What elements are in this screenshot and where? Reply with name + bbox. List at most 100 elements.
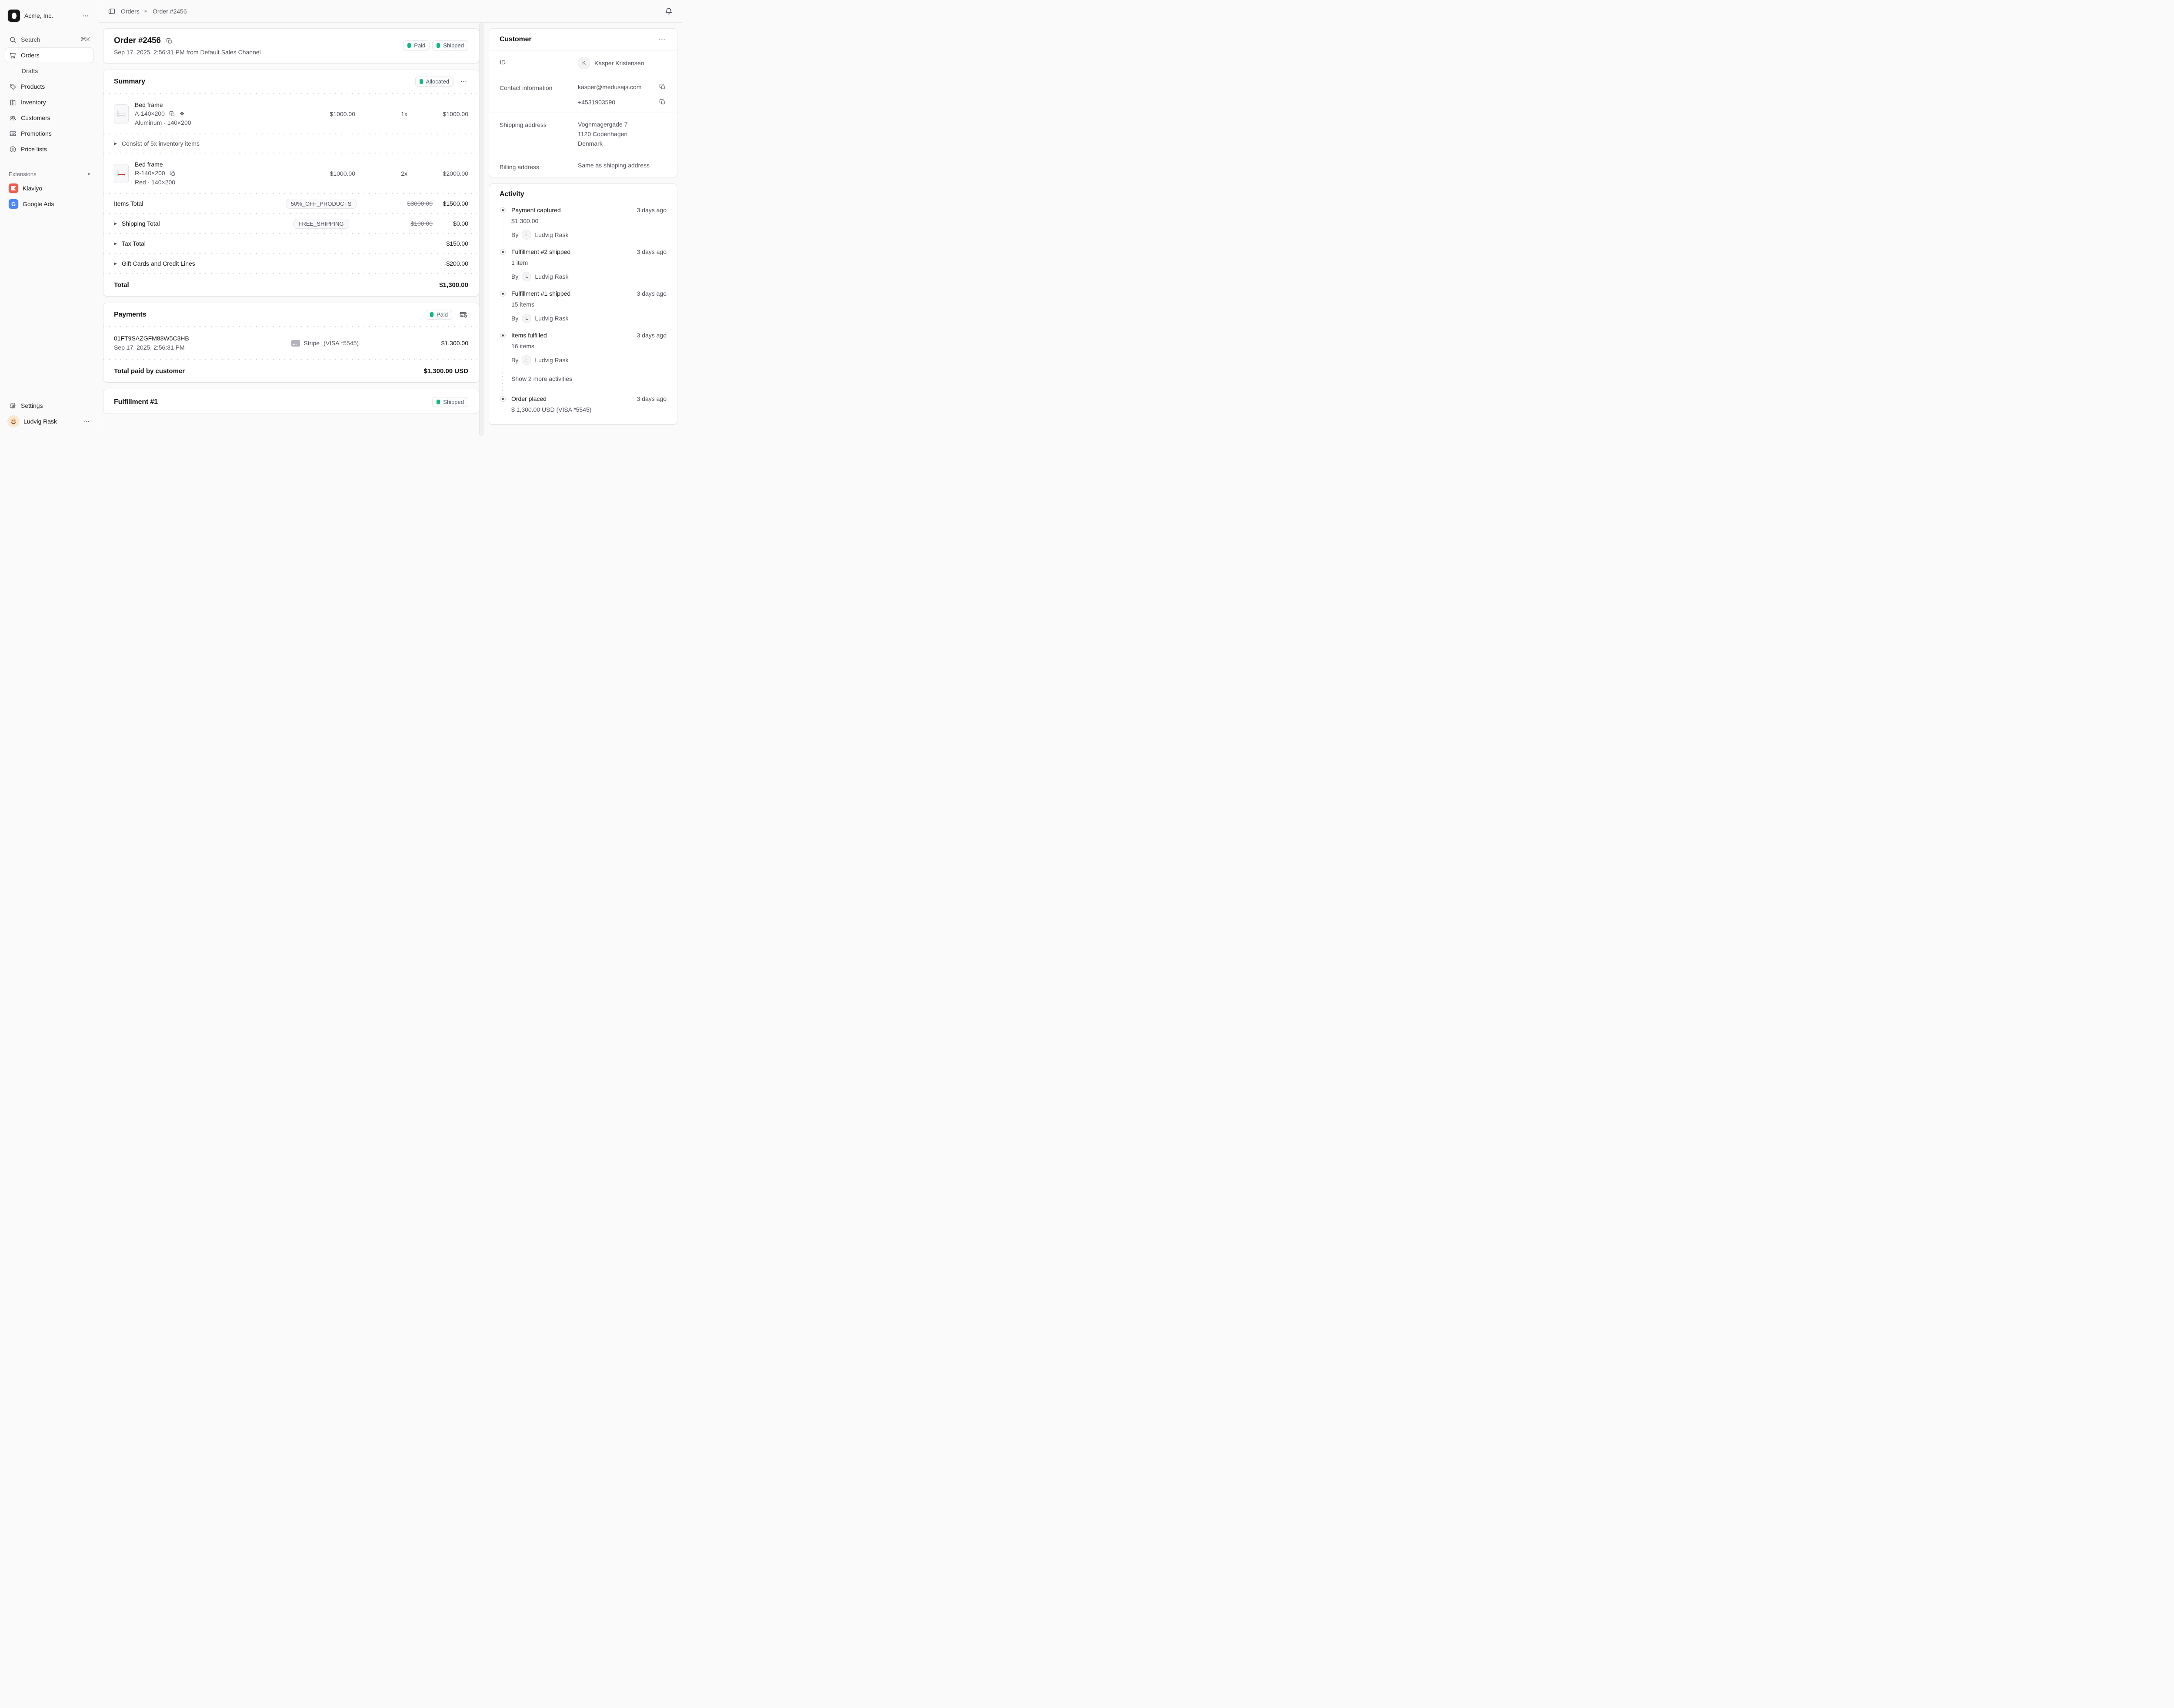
- building-icon: [9, 98, 17, 106]
- breadcrumb-separator-icon: ▶: [145, 9, 147, 13]
- sidebar-item-promotions[interactable]: Promotions: [5, 126, 93, 141]
- customer-name: Kasper Kristensen: [594, 60, 644, 67]
- customer-menu-button[interactable]: ⋯: [658, 35, 667, 43]
- extensions-header[interactable]: Extensions ▾: [5, 168, 93, 180]
- by-label: By: [511, 357, 518, 364]
- payment-provider: Stripe: [304, 340, 320, 347]
- timeline-dot-icon: [500, 291, 506, 297]
- activity-event-title: Order placed: [511, 394, 547, 404]
- gear-icon: [9, 402, 17, 410]
- customer-card: Customer ⋯ ID K Kasper Kristensen: [489, 29, 677, 177]
- activity-event-title: Items fulfilled: [511, 331, 547, 340]
- copy-phone-button[interactable]: [658, 98, 667, 106]
- notifications-button[interactable]: [664, 6, 674, 17]
- component-items-icon: ❖: [180, 111, 185, 117]
- scrollbar[interactable]: [479, 23, 483, 436]
- ellipsis-icon: ⋯: [82, 13, 89, 19]
- credit-card-icon: [291, 340, 300, 347]
- shipping-address-label: Shipping address: [500, 120, 578, 148]
- shipping-code-badge: FREE_SHIPPING: [293, 219, 349, 229]
- caret-right-icon: ▶: [114, 242, 117, 246]
- sidebar-item-drafts[interactable]: Drafts: [5, 63, 93, 78]
- user-name: Ludvig Rask: [23, 418, 78, 425]
- summary-menu-button[interactable]: ⋯: [460, 77, 468, 86]
- item-variant: Red · 140×200: [135, 178, 177, 187]
- sidebar-item-products[interactable]: Products: [5, 79, 93, 94]
- chevron-down-icon: ▾: [87, 171, 90, 177]
- inventory-items-toggle[interactable]: ▶ Consist of 5x inventory items: [103, 134, 479, 153]
- extensions-label: Extensions: [9, 171, 37, 177]
- payments-card: Payments Paid 01FT9SAZGFM88W5C3HB Sep 1: [103, 303, 479, 382]
- customer-phone: +4531903590: [578, 99, 655, 106]
- tax-total-row[interactable]: ▶ Tax Total $150.00: [103, 234, 479, 253]
- item-quantity: 2x: [355, 170, 407, 177]
- activity-detail: 1 item: [511, 258, 667, 267]
- order-subtitle: Sep 17, 2025, 2:56:31 PM from Default Sa…: [114, 49, 261, 56]
- tax-total-label: Tax Total: [122, 240, 146, 247]
- customer-avatar: K: [578, 57, 590, 69]
- refund-payment-icon-button[interactable]: [458, 310, 468, 320]
- shipping-total-label: Shipping Total: [122, 220, 160, 227]
- user-menu[interactable]: Ludvig Rask ⋯: [5, 413, 93, 430]
- activity-event-title: Payment captured: [511, 206, 561, 215]
- users-icon: [9, 114, 17, 122]
- sidebar-item-customers[interactable]: Customers: [5, 110, 93, 125]
- ticket-icon: [9, 130, 17, 137]
- sidebar-item-settings[interactable]: Settings: [5, 398, 93, 413]
- item-total: $1000.00: [407, 110, 468, 117]
- sidebar: Acme, Inc. ⋯ Search ⌘K Orders Drafts: [0, 0, 99, 436]
- breadcrumb-orders[interactable]: Orders: [121, 8, 140, 15]
- store-menu-button[interactable]: ⋯: [81, 12, 90, 20]
- payment-date: Sep 17, 2025, 2:56:31 PM: [114, 343, 291, 352]
- final-amount: $1500.00: [438, 200, 468, 207]
- activity-timestamp: 3 days ago: [637, 207, 667, 214]
- app-root: Acme, Inc. ⋯ Search ⌘K Orders Drafts: [0, 0, 682, 436]
- actor-name: Ludvig Rask: [535, 315, 568, 322]
- order-header-card: Order #2456 Sep 17, 2025, 2:56:31 PM fro…: [103, 29, 479, 63]
- sidebar-item-google-ads[interactable]: G Google Ads: [5, 197, 93, 211]
- summary-card: Summary Allocated ⋯: [103, 70, 479, 296]
- sidebar-nav: Orders Drafts Products Inventory: [5, 48, 93, 157]
- sidebar-item-inventory[interactable]: Inventory: [5, 95, 93, 110]
- actor-name: Ludvig Rask: [535, 357, 568, 364]
- show-more-activities-button[interactable]: Show 2 more activities: [511, 373, 667, 390]
- actor-avatar: L: [522, 355, 531, 365]
- paid-status-badge: Paid: [426, 310, 452, 320]
- product-thumbnail: [114, 164, 129, 183]
- item-sku: A-140×200: [135, 109, 165, 118]
- customer-title: Customer: [500, 36, 531, 43]
- actor-avatar: L: [522, 314, 531, 323]
- sidebar-item-label: Google Ads: [23, 200, 54, 207]
- activity-entry: Fulfillment #2 shipped 3 days ago 1 item…: [500, 247, 667, 289]
- avatar: [8, 416, 19, 427]
- by-label: By: [511, 231, 518, 238]
- item-variant: Aluminum · 140×200: [135, 118, 191, 127]
- gift-cards-row[interactable]: ▶ Gift Cards and Credit Lines -$200.00: [103, 254, 479, 273]
- payment-amount: $1,300.00: [441, 340, 468, 347]
- klaviyo-icon: [9, 183, 18, 193]
- contact-label: Contact information: [500, 83, 578, 106]
- sidebar-item-price-lists[interactable]: $ Price lists: [5, 142, 93, 157]
- shipping-total-row[interactable]: ▶ Shipping Total FREE_SHIPPING $100.00 $…: [103, 214, 479, 233]
- activity-event-title: Fulfillment #2 shipped: [511, 247, 570, 257]
- actor-avatar: L: [522, 230, 531, 240]
- activity-timestamp: 3 days ago: [637, 395, 667, 402]
- address-line: Vognmagergade 7: [578, 120, 667, 129]
- copy-email-button[interactable]: [658, 83, 667, 91]
- sidebar-item-orders[interactable]: Orders: [5, 48, 93, 63]
- copy-sku-button[interactable]: [169, 170, 177, 177]
- search-input[interactable]: Search ⌘K: [5, 32, 93, 47]
- sidebar-toggle-button[interactable]: [107, 7, 117, 16]
- user-menu-button[interactable]: ⋯: [82, 417, 91, 426]
- copy-order-id-button[interactable]: [165, 37, 173, 45]
- fulfillment-status-badge: Shipped: [432, 40, 468, 50]
- sidebar-item-klaviyo[interactable]: Klaviyo: [5, 181, 93, 196]
- store-switcher[interactable]: Acme, Inc. ⋯: [5, 6, 93, 25]
- item-total: $2000.00: [407, 170, 468, 177]
- items-total-row: Items Total 50%_OFF_PRODUCTS $3000.00 $1…: [103, 194, 479, 213]
- activity-detail: $1,300.00: [511, 217, 667, 225]
- total-paid-row: Total paid by customer $1,300.00 USD: [103, 360, 479, 382]
- page-title: Order #2456: [114, 36, 161, 46]
- copy-sku-button[interactable]: [168, 110, 176, 118]
- product-thumbnail: [114, 104, 129, 123]
